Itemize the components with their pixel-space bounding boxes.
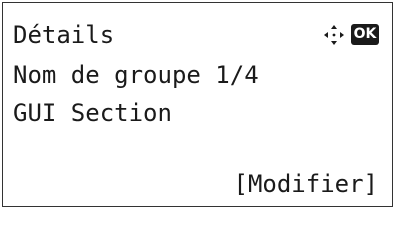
screen-title: Détails <box>13 21 115 49</box>
ok-key-icon: OK <box>351 24 379 45</box>
lcd-screen: Détails OK Nom de groupe 1/4 GUI Section… <box>2 2 393 207</box>
group-name-line: Nom de groupe 1/4 <box>13 61 259 89</box>
modify-softkey[interactable]: [Modifier] <box>234 170 379 198</box>
group-value-line: GUI Section <box>13 99 172 127</box>
four-way-arrow-icon <box>324 25 344 45</box>
